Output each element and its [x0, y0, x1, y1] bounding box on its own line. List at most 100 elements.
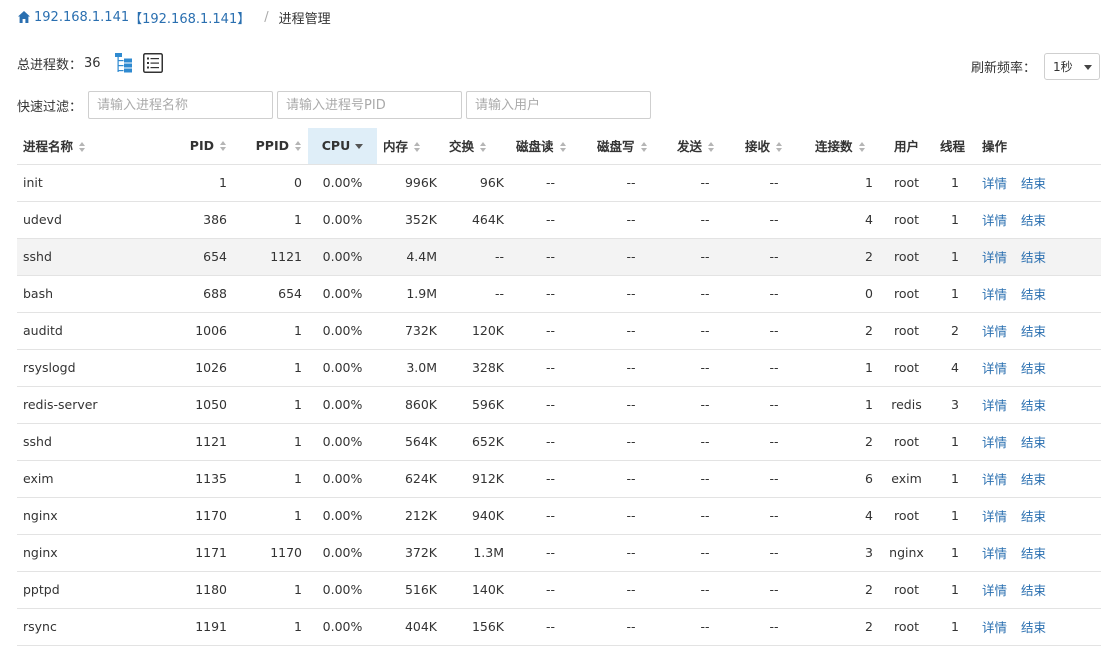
- quick-filter: 快速过滤：: [17, 91, 655, 119]
- cell-send: --: [671, 386, 739, 424]
- kill-process-link[interactable]: 结束: [1021, 583, 1046, 598]
- home-icon[interactable]: [17, 10, 31, 24]
- cell-recv: --: [739, 349, 809, 387]
- table-row[interactable]: rsync 1191 1 0.00% 404K 156K -- -- -- -- 2 root 1 详情结…: [17, 608, 1101, 646]
- kill-process-link[interactable]: 结束: [1021, 546, 1046, 561]
- breadcrumb-host-bracket-link[interactable]: 【192.168.1.141】: [129, 8, 250, 27]
- table-row[interactable]: sshd 654 1121 0.00% 4.4M -- -- -- -- -- 2 root 1 详情 结束: [17, 238, 1101, 276]
- user-filter-input[interactable]: [466, 91, 652, 119]
- kill-process-link[interactable]: 结束: [1021, 509, 1046, 524]
- detail-link[interactable]: 详情: [982, 250, 1007, 265]
- table-row[interactable]: rsyslogd 1026 1 0.00% 3.0M 328K -- -- -- -- 1 root 4…: [17, 349, 1101, 387]
- column-header-send[interactable]: 发送: [671, 128, 739, 165]
- breadcrumb-separator: /: [264, 9, 269, 25]
- sort-icon: [294, 141, 302, 152]
- cell-mem: 212K: [377, 497, 443, 535]
- detail-link[interactable]: 详情: [982, 398, 1007, 413]
- cell-cpu: 0.00%: [308, 571, 377, 609]
- cell-user: root: [879, 164, 934, 202]
- cell-swap: 156K: [443, 608, 510, 646]
- detail-link[interactable]: 详情: [982, 213, 1007, 228]
- table-row[interactable]: exim 1135 1 0.00% 624K 912K -- -- -- -- 6 exim 1 详情 结束: [17, 460, 1101, 498]
- column-header-recv[interactable]: 接收: [739, 128, 809, 165]
- pid-filter-input[interactable]: [277, 91, 463, 119]
- detail-link[interactable]: 详情: [982, 583, 1007, 598]
- detail-link[interactable]: 详情: [982, 324, 1007, 339]
- cell-name: rsync: [17, 608, 165, 646]
- column-header-ops-label: 操作: [982, 139, 1008, 155]
- process-table: 进程名称 PID PPID CPU 内存 交换 磁盘读 磁盘写 发送 接收 连接…: [17, 128, 1101, 646]
- column-header-disk-write[interactable]: 磁盘写: [591, 128, 671, 165]
- cell-conns: 3: [809, 534, 879, 572]
- cell-name: nginx: [17, 534, 165, 572]
- cell-mem: 732K: [377, 312, 443, 350]
- detail-link[interactable]: 详情: [982, 361, 1007, 376]
- table-row[interactable]: init 1 0 0.00% 996K 96K -- -- -- -- 1 root 1 详情 结束: [17, 164, 1101, 202]
- cell-user: root: [879, 571, 934, 609]
- cell-cpu: 0.00%: [308, 460, 377, 498]
- table-row[interactable]: auditd 1006 1 0.00% 732K 120K -- -- -- -- 2 root 2 详情…: [17, 312, 1101, 350]
- table-row[interactable]: bash 688 654 0.00% 1.9M -- -- -- -- -- 0 root 1 详情 结束: [17, 275, 1101, 313]
- cell-ops: 详情 结束: [976, 460, 1101, 498]
- kill-process-link[interactable]: 结束: [1021, 176, 1046, 191]
- column-header-send-label: 发送: [677, 139, 703, 155]
- cell-conns: 1: [809, 386, 879, 424]
- cell-threads: 1: [934, 460, 976, 498]
- detail-link[interactable]: 详情: [982, 176, 1007, 191]
- cell-name: udevd: [17, 201, 165, 239]
- cell-disk-write: --: [591, 312, 671, 350]
- column-header-name[interactable]: 进程名称: [17, 128, 165, 165]
- sort-icon: [479, 142, 487, 153]
- cell-threads: 1: [934, 238, 976, 276]
- tree-view-icon[interactable]: [113, 51, 135, 75]
- table-row[interactable]: nginx 1170 1 0.00% 212K 940K -- -- -- -- 4 root 1 详情结…: [17, 497, 1101, 535]
- kill-process-link[interactable]: 结束: [1021, 361, 1046, 376]
- kill-process-link[interactable]: 结束: [1021, 398, 1046, 413]
- cell-mem: 1.9M: [377, 275, 443, 313]
- kill-process-link[interactable]: 结束: [1021, 250, 1046, 265]
- detail-link[interactable]: 详情: [982, 287, 1007, 302]
- kill-process-link[interactable]: 结束: [1021, 472, 1046, 487]
- cell-ppid: 1: [233, 386, 308, 424]
- quick-filter-label: 快速过滤：: [17, 99, 83, 115]
- process-name-filter-input[interactable]: [88, 91, 274, 119]
- cell-recv: --: [739, 238, 809, 276]
- kill-process-link[interactable]: 结束: [1021, 324, 1046, 339]
- kill-process-link[interactable]: 结束: [1021, 213, 1046, 228]
- kill-process-link[interactable]: 结束: [1021, 620, 1046, 635]
- column-header-mem[interactable]: 内存: [377, 128, 443, 165]
- kill-process-link[interactable]: 结束: [1021, 435, 1046, 450]
- table-row[interactable]: redis-server 1050 1 0.00% 860K 596K -- -- -- -- 1 r…: [17, 386, 1101, 424]
- table-row[interactable]: pptpd 1180 1 0.00% 516K 140K -- -- -- -- 2 root 1 详情结…: [17, 571, 1101, 609]
- table-row[interactable]: udevd 386 1 0.00% 352K 464K -- -- -- -- 4 root 1 详情 结束: [17, 201, 1101, 239]
- detail-link[interactable]: 详情: [982, 472, 1007, 487]
- cell-user: exim: [879, 460, 934, 498]
- column-header-conns[interactable]: 连接数: [809, 128, 879, 165]
- cell-cpu: 0.00%: [308, 423, 377, 461]
- refresh-rate-select[interactable]: 1秒: [1044, 53, 1100, 80]
- cell-pid: 1170: [165, 497, 233, 535]
- sort-icon: [78, 142, 86, 153]
- table-row[interactable]: sshd 1121 1 0.00% 564K 652K -- -- -- -- 2 root 1 详情 结束: [17, 423, 1101, 461]
- detail-link[interactable]: 详情: [982, 509, 1007, 524]
- cell-mem: 996K: [377, 164, 443, 202]
- column-header-cpu[interactable]: CPU: [308, 128, 377, 165]
- cell-disk-write: --: [591, 423, 671, 461]
- column-header-ppid[interactable]: PPID: [233, 128, 308, 165]
- column-header-pid[interactable]: PID: [165, 128, 233, 165]
- cell-swap: 652K: [443, 423, 510, 461]
- cell-user: root: [879, 423, 934, 461]
- column-header-swap[interactable]: 交换: [443, 128, 510, 165]
- breadcrumb-host-link[interactable]: 192.168.1.141: [34, 10, 129, 25]
- cell-user: redis: [879, 386, 934, 424]
- detail-link[interactable]: 详情: [982, 546, 1007, 561]
- detail-link[interactable]: 详情: [982, 435, 1007, 450]
- process-count-label: 总进程数：: [17, 57, 83, 73]
- column-header-name-label: 进程名称: [23, 139, 74, 155]
- column-header-disk-read[interactable]: 磁盘读: [510, 128, 591, 165]
- kill-process-link[interactable]: 结束: [1021, 287, 1046, 302]
- list-view-icon[interactable]: [142, 51, 164, 75]
- cell-disk-read: --: [510, 164, 591, 202]
- detail-link[interactable]: 详情: [982, 620, 1007, 635]
- table-row[interactable]: nginx 1171 1170 0.00% 372K 1.3M -- -- -- -- 3 nginx…: [17, 534, 1101, 572]
